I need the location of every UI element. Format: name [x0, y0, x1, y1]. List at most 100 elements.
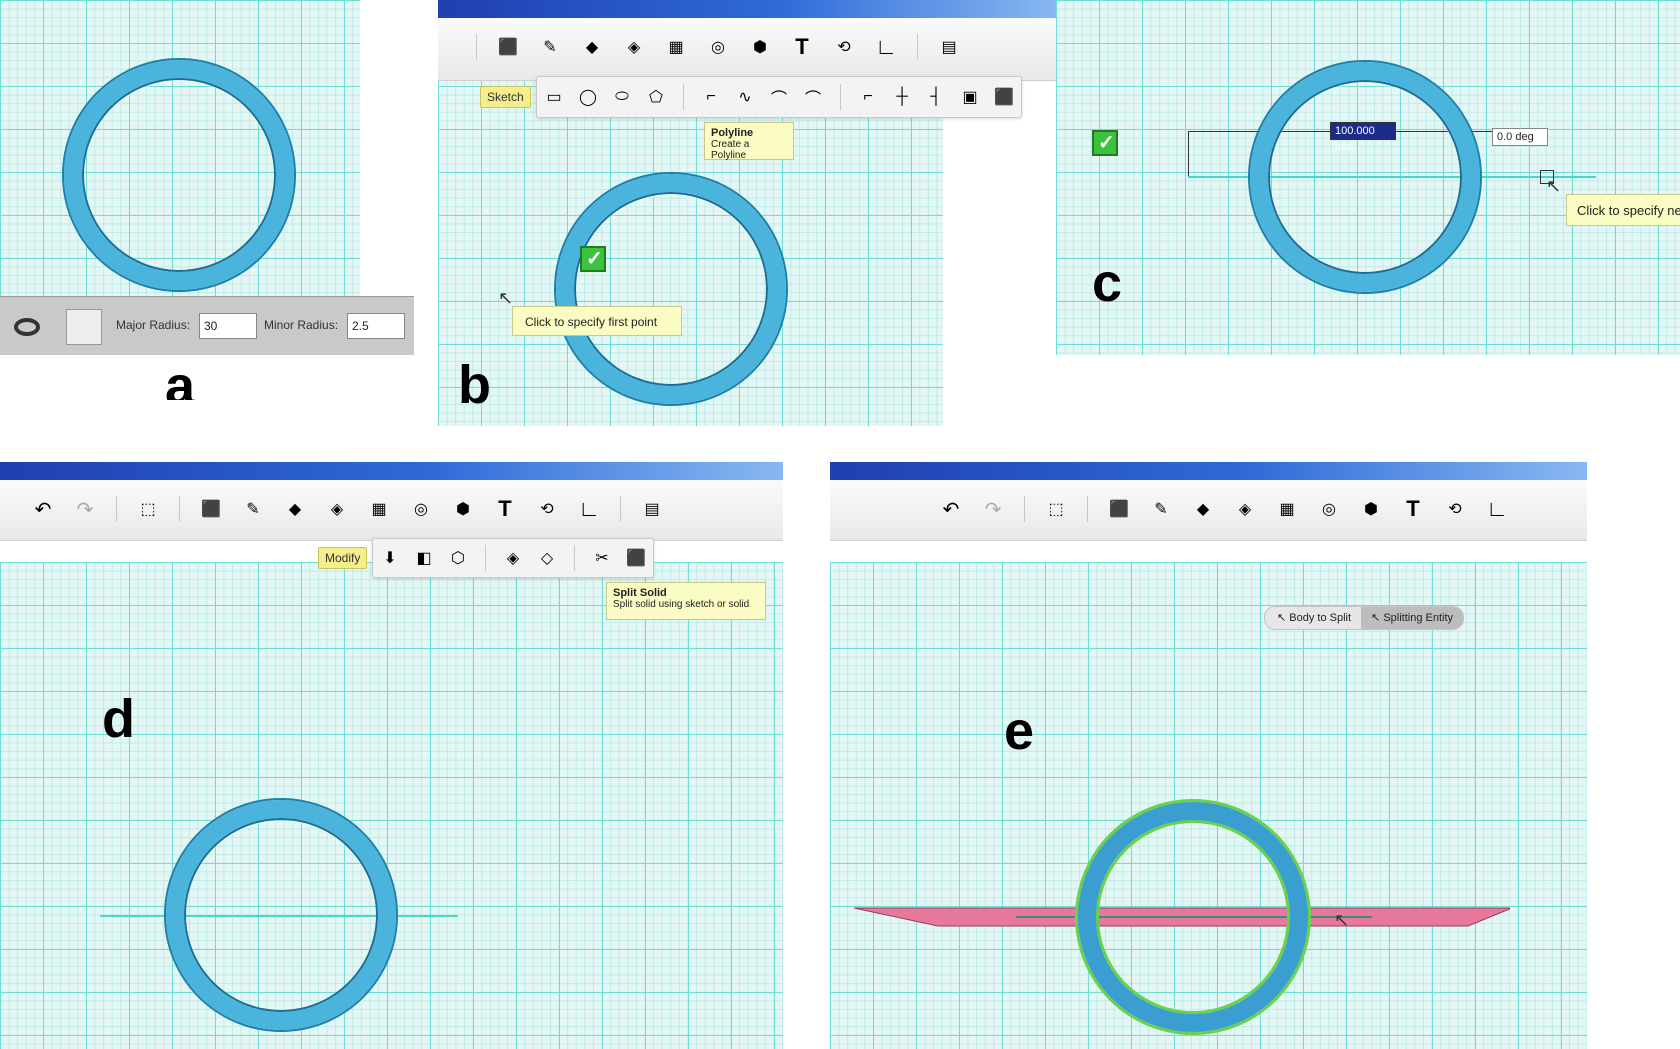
ellipse-icon[interactable]: ⬭: [605, 80, 639, 114]
polyline-icon[interactable]: ⌐: [694, 80, 728, 114]
measure-icon[interactable]: ∟: [1476, 492, 1518, 526]
arc2-icon[interactable]: ⌒: [796, 80, 830, 114]
snap-icon[interactable]: ⟲: [526, 492, 568, 526]
press-pull-icon[interactable]: ⬇: [373, 541, 407, 575]
split-solid-icon[interactable]: ✂: [585, 541, 619, 575]
confirm-check-icon[interactable]: ✓: [580, 246, 606, 272]
snap-icon[interactable]: ⟲: [1434, 492, 1476, 526]
modify-flyout: ⬇ ◧ ⬡ ◈ ◇ ✂ ⬛: [372, 538, 654, 578]
construct-icon[interactable]: ◆: [1182, 492, 1224, 526]
pattern-icon[interactable]: ▦: [655, 30, 697, 64]
material-icon[interactable]: [66, 309, 102, 345]
torus-ring[interactable]: [1250, 62, 1480, 292]
tooltip-desc: Create a Polyline: [711, 139, 750, 161]
arc-icon[interactable]: ⌒: [762, 80, 796, 114]
cursor-icon: ↖: [498, 288, 514, 308]
main-toolbar: ↶ ↷ ⬚ ⬛ ✎ ◆ ◈ ▦ ◎ ⬢ T ⟲ ∟ ▤: [0, 480, 783, 541]
torus-ring[interactable]: [1078, 802, 1308, 1032]
fillet-icon[interactable]: ⌐: [851, 80, 885, 114]
torus-icon[interactable]: [14, 318, 40, 336]
panel-d: ↶ ↷ ⬚ ⬛ ✎ ◆ ◈ ▦ ◎ ⬢ T ⟲ ∟ ▤ Modify ⬇ ◧ ⬡…: [0, 462, 783, 1049]
grouping-icon[interactable]: ◎: [1308, 492, 1350, 526]
redo-icon[interactable]: ↷: [64, 492, 106, 526]
combine-icon[interactable]: ⬢: [442, 492, 484, 526]
combine-icon[interactable]: ⬢: [1350, 492, 1392, 526]
circle-icon[interactable]: ◯: [571, 80, 605, 114]
minor-radius-input[interactable]: 2.5: [347, 313, 405, 339]
chamfer-icon[interactable]: ◇: [530, 541, 564, 575]
hint-tooltip: Click to specify ne: [1566, 194, 1680, 226]
length-input[interactable]: 100.000 mm: [1330, 122, 1396, 153]
major-radius-input[interactable]: 30: [199, 313, 257, 339]
fillet-icon[interactable]: ◈: [496, 541, 530, 575]
sketch-icon[interactable]: ✎: [1140, 492, 1182, 526]
primitives-icon[interactable]: ⬛: [1098, 492, 1140, 526]
split-solid-tooltip: Split Solid Split solid using sketch or …: [606, 582, 766, 620]
construct-icon[interactable]: ◆: [571, 30, 613, 64]
torus-options-bar: Major Radius: 30 Minor Radius: 2.5: [0, 296, 414, 355]
text-icon[interactable]: T: [781, 30, 823, 64]
new-project-icon[interactable]: ⬚: [1035, 492, 1077, 526]
panel-b: ⬛ ✎ ◆ ◈ ▦ ◎ ⬢ T ⟲ ∟ ▤ Sketch ▭ ◯ ⬭ ⬠ ⌐ ∿…: [438, 0, 1056, 426]
pattern-icon[interactable]: ▦: [1266, 492, 1308, 526]
main-toolbar: ⬛ ✎ ◆ ◈ ▦ ◎ ⬢ T ⟲ ∟ ▤: [438, 18, 1056, 81]
material-icon[interactable]: ▤: [631, 492, 673, 526]
smooth-icon[interactable]: ⬡: [441, 541, 475, 575]
undo-icon[interactable]: ↶: [930, 492, 972, 526]
panel-c: ✓ 100.000 mm 0.0 deg ↖ Click to specify …: [1056, 0, 1680, 355]
project-icon[interactable]: ⬛: [987, 80, 1021, 114]
body-to-split-button[interactable]: ↖ Body to Split: [1265, 607, 1361, 629]
shell-icon[interactable]: ⬛: [619, 541, 653, 575]
material-icon[interactable]: ▤: [928, 30, 970, 64]
redo-icon[interactable]: ↷: [972, 492, 1014, 526]
snap-icon[interactable]: ⟲: [823, 30, 865, 64]
panel-e: ↶ ↷ ⬚ ⬛ ✎ ◆ ◈ ▦ ◎ ⬢ T ⟲ ∟ ↖ Body to Spli…: [830, 462, 1587, 1049]
panel-label-d: d: [102, 689, 135, 749]
minor-radius-label: Minor Radius:: [264, 318, 339, 332]
splitting-entity-label: Splitting Entity: [1383, 612, 1454, 624]
extend-icon[interactable]: ┤: [919, 80, 953, 114]
angle-input[interactable]: 0.0 deg: [1492, 128, 1548, 146]
sketch-flyout: ▭ ◯ ⬭ ⬠ ⌐ ∿ ⌒ ⌒ ⌐ ┼ ┤ ▣ ⬛: [536, 76, 1022, 118]
sketch-icon[interactable]: ✎: [529, 30, 571, 64]
text-icon[interactable]: T: [1392, 492, 1434, 526]
modify-tag: Modify: [318, 547, 368, 569]
splitting-entity-button[interactable]: ↖ Splitting Entity: [1361, 607, 1464, 629]
title-bar: [830, 462, 1587, 480]
modify-icon[interactable]: ◈: [316, 492, 358, 526]
panel-label-e: e: [1004, 701, 1035, 761]
tooltip-title: Split Solid: [613, 587, 667, 599]
torus-ring[interactable]: [64, 60, 294, 290]
combine-icon[interactable]: ⬢: [739, 30, 781, 64]
modify-icon[interactable]: ◈: [1224, 492, 1266, 526]
modify-icon[interactable]: ◈: [613, 30, 655, 64]
viewport-grid[interactable]: [0, 562, 783, 1049]
text-icon[interactable]: T: [484, 492, 526, 526]
measure-icon[interactable]: ∟: [865, 30, 907, 64]
construct-icon[interactable]: ◆: [274, 492, 316, 526]
pattern-icon[interactable]: ▦: [358, 492, 400, 526]
sketch-tag: Sketch: [480, 86, 531, 108]
confirm-check-icon[interactable]: ✓: [1092, 130, 1118, 156]
new-project-icon[interactable]: ⬚: [127, 492, 169, 526]
trim-icon[interactable]: ┼: [885, 80, 919, 114]
polygon-icon[interactable]: ⬠: [639, 80, 673, 114]
title-bar: [0, 462, 783, 480]
cursor-icon: ↖: [1546, 176, 1562, 196]
offset-icon[interactable]: ▣: [953, 80, 987, 114]
tweak-icon[interactable]: ◧: [407, 541, 441, 575]
undo-icon[interactable]: ↶: [22, 492, 64, 526]
torus-ring[interactable]: [556, 174, 786, 404]
measure-icon[interactable]: ∟: [568, 492, 610, 526]
primitives-icon[interactable]: ⬛: [190, 492, 232, 526]
dimension-extension: [1188, 131, 1189, 177]
sketch-icon[interactable]: ✎: [232, 492, 274, 526]
panel-label-c: c: [1092, 253, 1123, 313]
grouping-icon[interactable]: ◎: [400, 492, 442, 526]
rectangle-icon[interactable]: ▭: [537, 80, 571, 114]
torus-ring[interactable]: [166, 800, 396, 1030]
spline-icon[interactable]: ∿: [728, 80, 762, 114]
primitives-icon[interactable]: ⬛: [487, 30, 529, 64]
tooltip-title: Polyline: [711, 127, 754, 139]
grouping-icon[interactable]: ◎: [697, 30, 739, 64]
